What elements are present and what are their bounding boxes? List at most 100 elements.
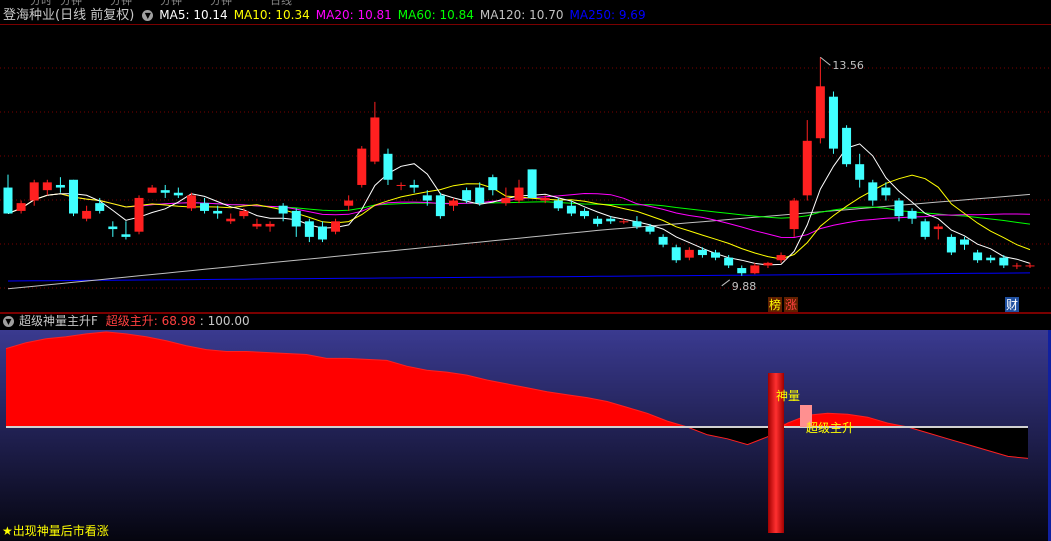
candle-body [986, 257, 996, 261]
indicator-value: 超级主升: 68.98 [105, 314, 196, 328]
candle-body [370, 117, 380, 162]
candle-body [907, 210, 917, 219]
candle-body [711, 252, 721, 258]
high-label: 13.56 [832, 59, 864, 72]
candle-body [527, 169, 537, 198]
candle-body [933, 226, 943, 230]
ma-label: MA60: 10.84 [397, 8, 474, 22]
candle-body [357, 148, 367, 185]
menu-tab[interactable]: 分钟 [210, 0, 232, 6]
candle-body [475, 187, 485, 204]
candle-body [186, 195, 196, 209]
candle-body [619, 221, 629, 223]
candle-body [409, 184, 419, 188]
menu-tab[interactable]: 分钟 [160, 0, 182, 6]
chevron-down-icon[interactable]: ▼ [3, 316, 14, 327]
candle-body [959, 239, 969, 245]
candle-body [553, 200, 563, 209]
candle-body [200, 203, 210, 211]
candle-body [173, 192, 183, 196]
ma-label: MA5: 10.14 [159, 8, 228, 22]
ma-label: MA120: 10.70 [479, 8, 564, 22]
candle-body [566, 205, 576, 214]
footer-note: ★出现神量后市看涨 [2, 524, 109, 538]
indicator-chart[interactable]: 神量超级主升 [0, 330, 1051, 541]
candle-body [501, 197, 511, 204]
ma-label: MA10: 10.34 [233, 8, 310, 22]
candle-body [789, 200, 799, 230]
indicator-value2: : 100.00 [199, 314, 250, 328]
candlestick-chart[interactable]: 13.56 9.88 榜涨 财 [0, 24, 1051, 314]
candle-body [396, 184, 406, 186]
ma-label: MA250: 9.69 [569, 8, 646, 22]
menu-tab[interactable]: 分时 [30, 0, 52, 6]
candle-body [29, 182, 39, 201]
menu-tab[interactable]: 分钟 [60, 0, 82, 6]
high-arrow [820, 56, 831, 66]
candle-body [1025, 265, 1035, 267]
candle-body [645, 226, 655, 232]
candle-body [147, 187, 157, 193]
candle-body [488, 177, 498, 191]
candle-body [239, 210, 249, 217]
candle-body [226, 218, 236, 222]
candle-body [540, 197, 550, 201]
candle-body [82, 210, 92, 219]
low-arrow [721, 279, 731, 287]
menu-tab[interactable]: 分钟 [110, 0, 132, 6]
candle-body [16, 203, 26, 211]
candle-body [750, 265, 760, 274]
indicator-header: ▼ 超级神量主升F 超级主升: 68.98 : 100.00 [0, 313, 1051, 330]
candle-body [855, 164, 865, 180]
candle-body [973, 252, 983, 261]
candle-body [134, 197, 144, 232]
candle-body [160, 190, 170, 193]
candle-body [737, 268, 747, 274]
candle-body [580, 210, 590, 217]
candle-body [842, 127, 852, 165]
candle-body [881, 187, 891, 196]
candle-body [55, 184, 65, 188]
candle-body [317, 226, 327, 240]
candle-body [514, 187, 524, 201]
main-chart-header: 登海种业(日线 前复权) ▼ MA5: 10.14 MA10: 10.34 MA20: … [0, 6, 1051, 24]
ma250-line [7, 272, 1031, 282]
candle-body [828, 96, 838, 149]
indicator-name: 超级神量主升F [19, 314, 98, 328]
candle-body [606, 218, 616, 222]
candle-body [278, 205, 288, 214]
badge-text: 涨 [785, 297, 797, 312]
menu-tab[interactable]: 日线 [270, 0, 292, 6]
candle-body [671, 247, 681, 261]
badge-text: 榜 [769, 297, 781, 312]
candle-body [868, 182, 878, 201]
candle-body [1012, 265, 1022, 267]
candle-body [121, 234, 131, 237]
candle-body [265, 223, 275, 227]
shenliang-label: 神量 [776, 389, 800, 403]
candle-body [999, 257, 1009, 266]
candle-body [632, 221, 642, 227]
candle-body [95, 203, 105, 211]
candle-body [946, 236, 956, 253]
candle-body [304, 221, 314, 237]
chevron-down-icon[interactable]: ▼ [142, 10, 154, 21]
ma-label: MA20: 10.81 [315, 8, 392, 22]
stock-title: 登海种业(日线 前复权) [3, 8, 135, 23]
candle-body [422, 195, 432, 201]
candle-body [69, 179, 79, 214]
candle-body [802, 140, 812, 196]
candle-body [684, 249, 694, 258]
candle-body [462, 190, 472, 201]
candle-body [815, 86, 825, 139]
candle-body [724, 257, 734, 266]
candle-body [435, 195, 445, 217]
badge-text: 财 [1006, 298, 1018, 312]
candle-body [763, 262, 773, 266]
candle-body [697, 249, 707, 256]
candle-body [920, 221, 930, 237]
candle-body [344, 200, 354, 206]
ma-legend: MA5: 10.14 MA10: 10.34 MA20: 10.81 MA60: 10… [159, 8, 651, 22]
zhusheng-label: 超级主升 [806, 420, 854, 435]
candle-body [3, 187, 13, 214]
